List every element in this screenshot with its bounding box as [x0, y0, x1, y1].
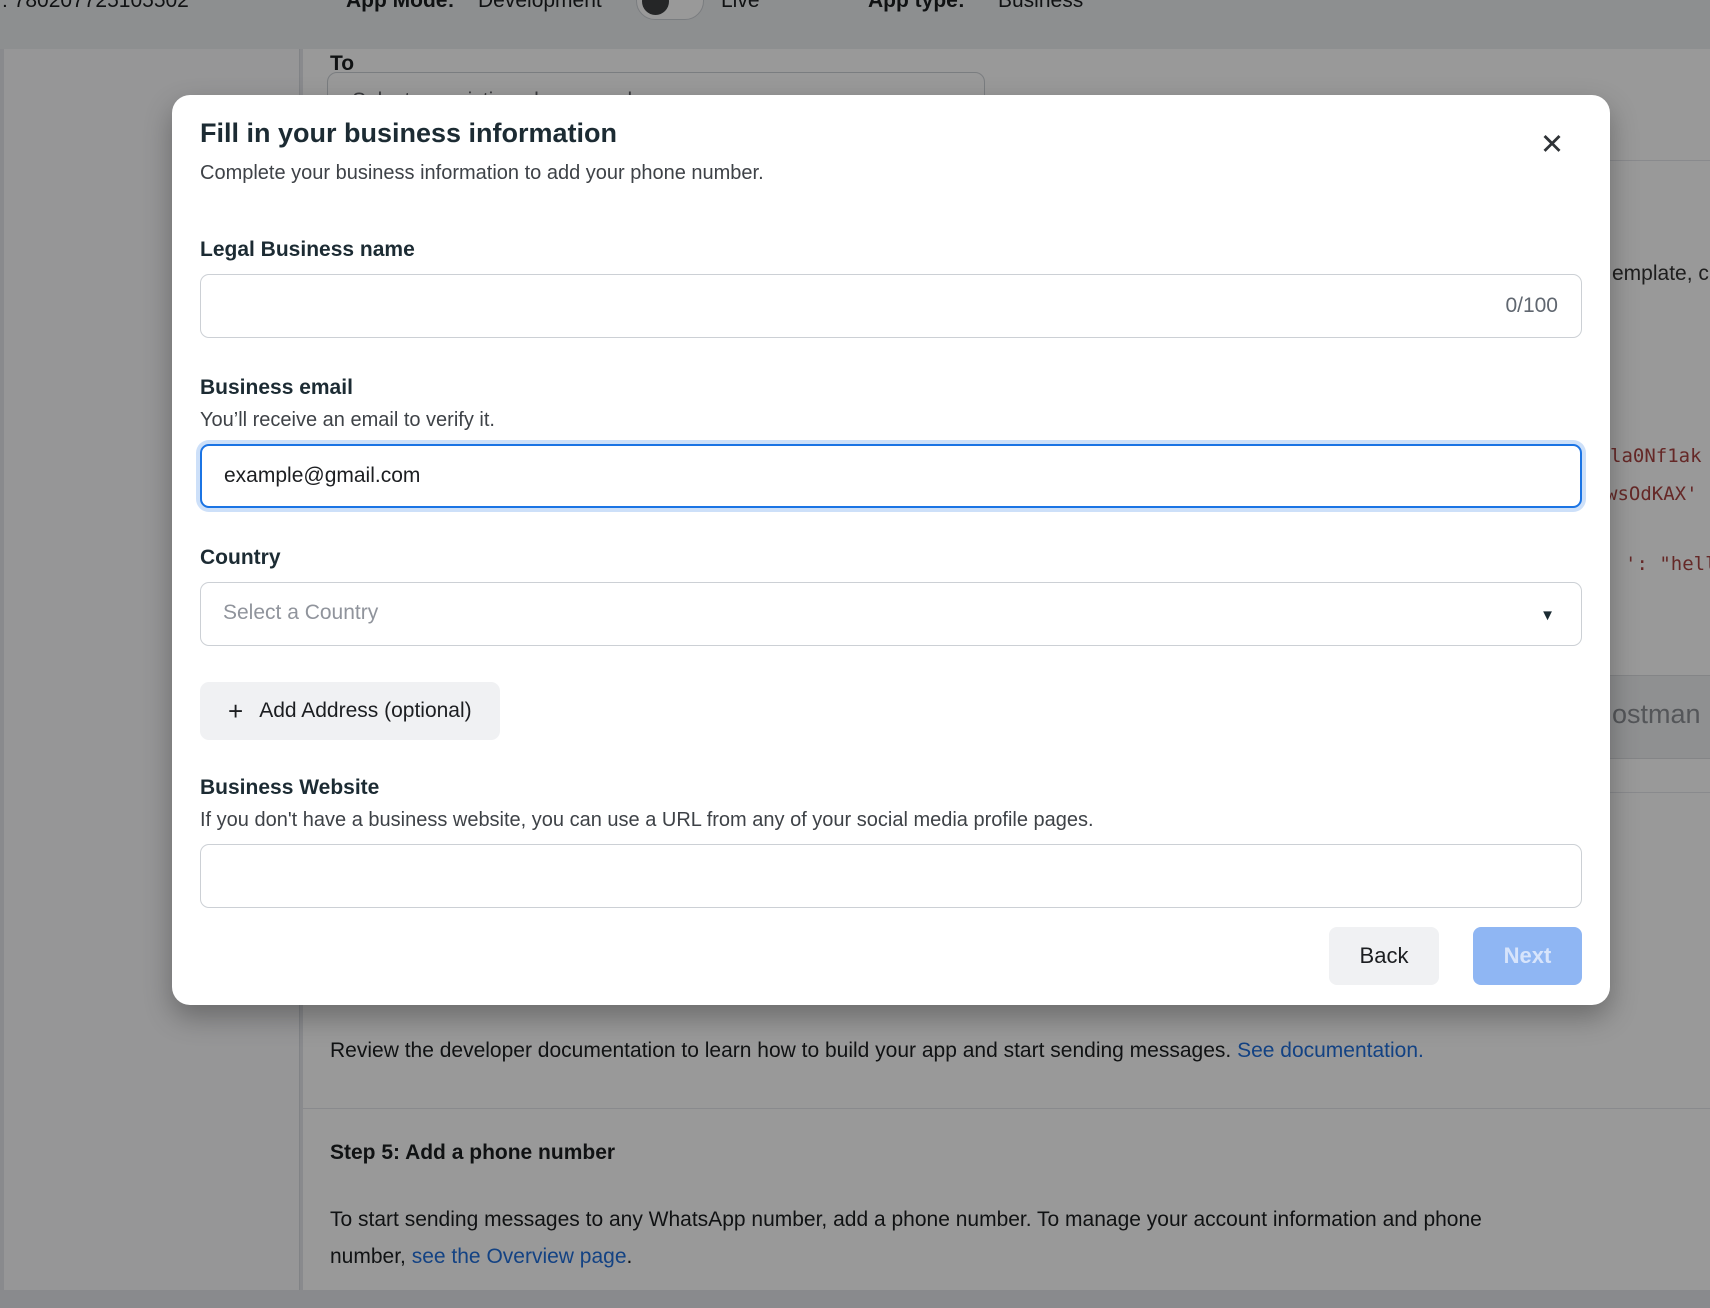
- plus-icon: +: [228, 698, 243, 724]
- next-button[interactable]: Next: [1473, 927, 1582, 985]
- business-website-label: Business Website: [200, 776, 1582, 800]
- char-counter: 0/100: [1505, 294, 1558, 318]
- business-info-modal: Fill in your business information Comple…: [172, 95, 1610, 1005]
- close-icon: ✕: [1540, 131, 1564, 160]
- business-email-helper: You’ll receive an email to verify it.: [200, 409, 1582, 432]
- country-label: Country: [200, 546, 1582, 570]
- business-website-helper: If you don't have a business website, yo…: [200, 809, 1582, 832]
- business-email-label: Business email: [200, 376, 1582, 400]
- country-placeholder: Select a Country: [223, 601, 378, 625]
- legal-name-label: Legal Business name: [200, 238, 1582, 262]
- modal-subtitle: Complete your business information to ad…: [200, 162, 1582, 185]
- close-button[interactable]: ✕: [1530, 123, 1574, 167]
- legal-name-input[interactable]: [200, 274, 1582, 338]
- business-website-input[interactable]: [200, 844, 1582, 908]
- business-email-input[interactable]: [200, 444, 1582, 508]
- add-address-button[interactable]: + Add Address (optional): [200, 682, 500, 740]
- modal-title: Fill in your business information: [200, 118, 1582, 149]
- add-address-label: Add Address (optional): [259, 699, 471, 723]
- back-button[interactable]: Back: [1329, 927, 1439, 985]
- chevron-down-icon: ▼: [1540, 607, 1555, 624]
- screen: : 780207725105502 App Mode: Development …: [0, 0, 1710, 1308]
- country-select[interactable]: Select a Country ▼: [200, 582, 1582, 646]
